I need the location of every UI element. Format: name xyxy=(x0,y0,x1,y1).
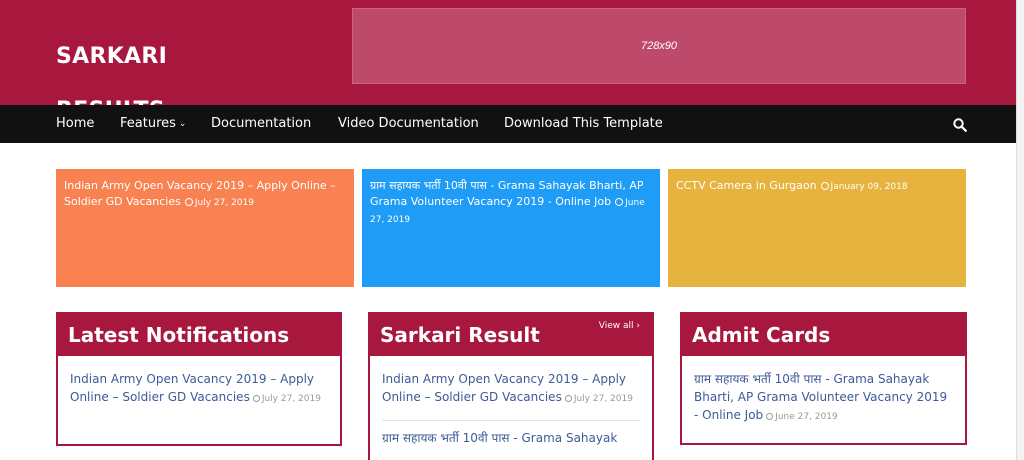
clock-icon xyxy=(564,395,572,402)
post-date: July 27, 2019 xyxy=(564,394,633,404)
clock-icon xyxy=(820,182,829,190)
widget-title: Sarkari Result xyxy=(380,323,540,347)
nav-documentation[interactable]: Documentation xyxy=(211,105,311,143)
featured-post-3[interactable]: CCTV Camera in Gurgaon January 09, 2018 xyxy=(668,169,966,287)
featured-title[interactable]: ग्राम सहायक भर्ती 10वी पास - Grama Sahay… xyxy=(370,179,643,208)
search-icon[interactable] xyxy=(953,118,967,132)
ad-banner[interactable]: 728x90 xyxy=(352,8,966,84)
divider xyxy=(382,420,640,421)
widget-sarkari-result: Sarkari Result View all › Indian Army Op… xyxy=(368,312,654,460)
nav-home[interactable]: Home xyxy=(56,105,94,143)
page: SARKARI RESULTS 728x90 Home Features⌄ Do… xyxy=(0,0,1017,460)
nav-video-documentation[interactable]: Video Documentation xyxy=(338,105,479,143)
chevron-down-icon: ⌄ xyxy=(178,119,187,129)
list-item[interactable]: ग्राम सहायक भर्ती 10वी पास - Grama Sahay… xyxy=(382,429,640,447)
chevron-right-icon: › xyxy=(636,321,640,331)
scrollbar[interactable] xyxy=(1017,0,1024,460)
widget-latest-notifications: Latest Notifications Indian Army Open Va… xyxy=(56,312,342,446)
post-list: Indian Army Open Vacancy 2019 – Apply On… xyxy=(58,356,340,422)
post-list: Indian Army Open Vacancy 2019 – Apply On… xyxy=(370,356,652,447)
post-date: June 27, 2019 xyxy=(766,412,838,422)
featured-date: January 09, 2018 xyxy=(820,182,908,192)
post-date: July 27, 2019 xyxy=(252,394,321,404)
featured-date: July 27, 2019 xyxy=(184,198,254,208)
nav-features[interactable]: Features ⌄ xyxy=(120,105,186,143)
clock-icon xyxy=(252,395,260,402)
widget-title: Latest Notifications xyxy=(58,314,340,356)
featured-title[interactable]: CCTV Camera in Gurgaon xyxy=(676,179,817,192)
widget-header: Sarkari Result View all › xyxy=(370,314,652,356)
clock-icon xyxy=(184,198,193,206)
ad-size-label: 728x90 xyxy=(640,40,678,52)
clock-icon xyxy=(766,413,774,420)
site-header: SARKARI RESULTS 728x90 xyxy=(0,0,1016,123)
list-item[interactable]: ग्राम सहायक भर्ती 10वी पास - Grama Sahay… xyxy=(694,370,953,426)
view-all-link[interactable]: View all › xyxy=(599,320,640,332)
main-nav: Home Features ⌄ Documentation Video Docum… xyxy=(0,105,1016,143)
widget-admit-cards: Admit Cards ग्राम सहायक भर्ती 10वी पास -… xyxy=(680,312,967,445)
featured-post-2[interactable]: ग्राम सहायक भर्ती 10वी पास - Grama Sahay… xyxy=(362,169,660,287)
list-item[interactable]: Indian Army Open Vacancy 2019 – Apply On… xyxy=(382,370,640,408)
nav-download-template[interactable]: Download This Template xyxy=(504,105,663,143)
nav-features-label: Features xyxy=(120,116,176,131)
clock-icon xyxy=(615,198,624,206)
post-list: ग्राम सहायक भर्ती 10वी पास - Grama Sahay… xyxy=(682,356,965,440)
widget-title: Admit Cards xyxy=(682,314,965,356)
list-item[interactable]: Indian Army Open Vacancy 2019 – Apply On… xyxy=(70,370,328,408)
post-title[interactable]: ग्राम सहायक भर्ती 10वी पास - Grama Sahay… xyxy=(382,431,617,445)
featured-post-1[interactable]: Indian Army Open Vacancy 2019 – Apply On… xyxy=(56,169,354,287)
